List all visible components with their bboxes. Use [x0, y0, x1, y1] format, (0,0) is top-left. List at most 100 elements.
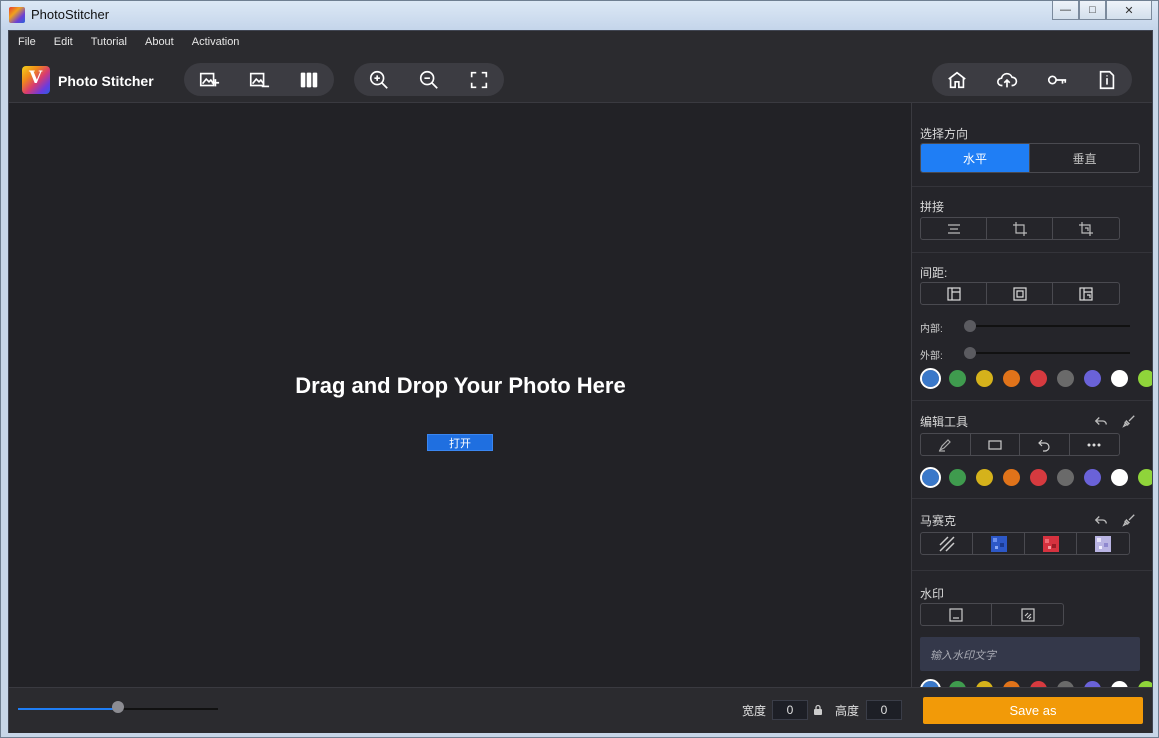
color-swatch[interactable] — [949, 370, 966, 387]
zoom-in-icon — [369, 70, 388, 89]
spacing-layout-options — [920, 282, 1120, 305]
inner-spacing-track[interactable] — [970, 325, 1130, 327]
color-swatch[interactable] — [976, 370, 993, 387]
color-swatch[interactable] — [976, 469, 993, 486]
blue-mosaic-icon — [990, 535, 1007, 552]
color-swatch[interactable] — [1084, 370, 1101, 387]
stitch-crop-button[interactable] — [987, 218, 1053, 239]
watermark-text-input[interactable]: 输入水印文字 — [920, 637, 1140, 671]
color-swatch[interactable] — [1003, 370, 1020, 387]
minimize-icon: — — [1060, 4, 1071, 16]
mosaic-blue-button[interactable] — [973, 533, 1025, 554]
layout-columns-button[interactable] — [284, 63, 334, 96]
inner-spacing-label: 内部: — [920, 324, 943, 335]
watermark-text-button[interactable] — [921, 604, 992, 625]
rectangle-tool-button[interactable] — [971, 434, 1020, 455]
direction-horizontal[interactable]: 水平 — [921, 144, 1030, 172]
crop-icon — [1012, 221, 1027, 236]
red-mosaic-icon — [1042, 535, 1059, 552]
lock-ratio-icon[interactable] — [813, 704, 823, 715]
key-icon — [1047, 75, 1067, 84]
watermark-title: 水印 — [920, 587, 945, 601]
activation-key-button[interactable] — [1032, 63, 1082, 96]
app-logo: V — [22, 66, 50, 94]
save-as-button[interactable]: Save as — [923, 697, 1143, 724]
zoom-out-icon — [419, 70, 438, 89]
color-swatch[interactable] — [1030, 370, 1047, 387]
maximize-button[interactable]: □ — [1079, 1, 1106, 20]
minimize-button[interactable]: — — [1052, 1, 1079, 20]
undo-icon[interactable] — [1094, 513, 1108, 527]
upload-button[interactable] — [982, 63, 1032, 96]
window-title: PhotoStitcher — [31, 7, 110, 22]
menu-edit[interactable]: Edit — [45, 36, 82, 48]
watermark-options — [920, 603, 1064, 626]
status-bar: 宽度 0 高度 0 Save as — [9, 687, 1152, 733]
client-area: File Edit Tutorial About Activation V Ph… — [8, 30, 1153, 733]
spacing-color-swatches — [920, 368, 1152, 389]
color-swatch[interactable] — [1030, 469, 1047, 486]
color-swatch[interactable] — [1138, 370, 1152, 387]
zoom-in-button[interactable] — [354, 63, 404, 96]
undo-icon[interactable] — [1094, 414, 1108, 428]
crop-alt-icon — [1079, 221, 1093, 236]
add-image-button[interactable] — [184, 63, 234, 96]
zoom-tools-group — [354, 63, 504, 96]
direction-title: 选择方向 — [920, 127, 969, 141]
close-icon: ✕ — [1124, 4, 1134, 17]
menu-tutorial[interactable]: Tutorial — [82, 36, 136, 48]
clear-brush-icon[interactable] — [1122, 513, 1136, 527]
color-swatch[interactable] — [1084, 469, 1101, 486]
zoom-out-button[interactable] — [404, 63, 454, 96]
home-button[interactable] — [932, 63, 982, 96]
pen-icon — [938, 438, 952, 452]
clear-brush-icon[interactable] — [1122, 414, 1136, 428]
color-swatch[interactable] — [920, 467, 941, 488]
color-swatch[interactable] — [949, 469, 966, 486]
color-swatch[interactable] — [1111, 469, 1128, 486]
color-swatch[interactable] — [1003, 469, 1020, 486]
remove-image-button[interactable] — [234, 63, 284, 96]
direction-vertical[interactable]: 垂直 — [1030, 144, 1139, 172]
menu-file[interactable]: File — [9, 36, 45, 48]
edit-tools-section: 编辑工具 — [912, 401, 1152, 499]
spacing-title: 间距: — [920, 266, 948, 280]
outer-spacing-knob[interactable] — [964, 347, 976, 359]
main-toolbar: V Photo Stitcher — [9, 53, 1152, 103]
fit-screen-button[interactable] — [454, 63, 504, 96]
outer-spacing-track[interactable] — [970, 352, 1130, 354]
width-field[interactable]: 0 — [772, 700, 808, 720]
menu-activation[interactable]: Activation — [183, 36, 249, 48]
stitch-section: 拼接 — [912, 187, 1152, 253]
color-swatch[interactable] — [1138, 469, 1152, 486]
mosaic-stripes-button[interactable] — [921, 533, 973, 554]
stitch-crop-alt-button[interactable] — [1053, 218, 1119, 239]
app-actions-group — [932, 63, 1132, 96]
stitch-align-button[interactable] — [921, 218, 987, 239]
drop-canvas[interactable]: Drag and Drop Your Photo Here 打开 — [9, 103, 912, 687]
open-button[interactable]: 打开 — [427, 434, 493, 451]
spacing-layout-2[interactable] — [987, 283, 1053, 304]
mosaic-light-button[interactable] — [1077, 533, 1129, 554]
color-swatch[interactable] — [1057, 370, 1074, 387]
menu-about[interactable]: About — [136, 36, 183, 48]
color-swatch[interactable] — [1111, 370, 1128, 387]
arrow-tool-button[interactable] — [1020, 434, 1070, 455]
more-tools-button[interactable] — [1070, 434, 1120, 455]
zoom-slider-knob[interactable] — [112, 701, 124, 713]
draw-tool-button[interactable] — [921, 434, 971, 455]
inner-spacing-knob[interactable] — [964, 320, 976, 332]
spacing-layout-1[interactable] — [921, 283, 987, 304]
close-button[interactable]: ✕ — [1106, 1, 1152, 20]
height-field[interactable]: 0 — [866, 700, 902, 720]
spacing-layout-3[interactable] — [1053, 283, 1119, 304]
stitch-options — [920, 217, 1120, 240]
home-icon — [948, 71, 966, 88]
watermark-tiled-button[interactable] — [992, 604, 1063, 625]
mosaic-red-button[interactable] — [1025, 533, 1077, 554]
info-button[interactable] — [1082, 63, 1132, 96]
columns-icon — [300, 72, 318, 87]
align-lines-icon — [947, 223, 960, 234]
color-swatch[interactable] — [920, 368, 941, 389]
color-swatch[interactable] — [1057, 469, 1074, 486]
